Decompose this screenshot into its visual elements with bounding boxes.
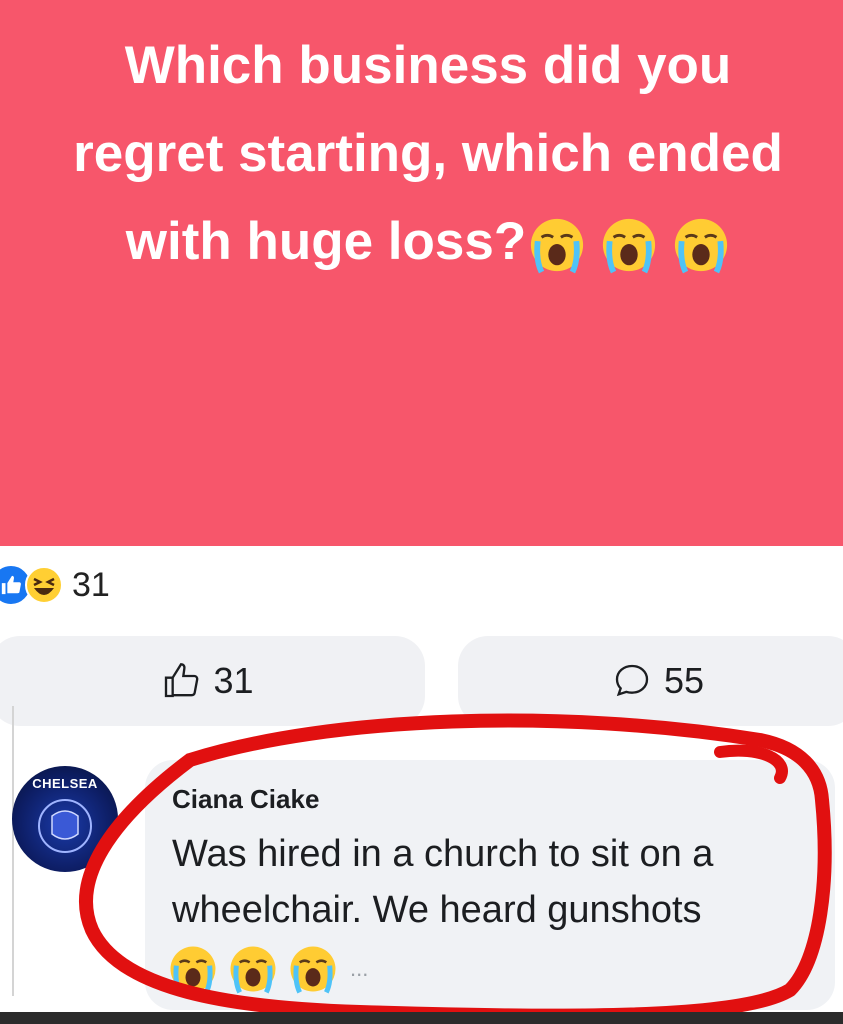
comment-emoji-row: ... — [168, 944, 368, 994]
crying-face-icon — [230, 946, 276, 994]
post-line-3: with huge loss? — [125, 212, 527, 271]
comment-ellipsis: ... — [350, 956, 369, 981]
crying-face-icon — [531, 218, 584, 274]
laughing-face-icon — [25, 566, 63, 604]
post-question: Which business did you regret starting, … — [0, 22, 843, 286]
comment-button[interactable]: 55 — [458, 636, 843, 726]
comment-text: Was hired in a church to sit on a wheelc… — [172, 833, 714, 931]
post-emoji-row — [528, 216, 730, 274]
crying-face-icon — [603, 218, 656, 274]
post-line-1: Which business did you — [124, 36, 732, 95]
avatar[interactable]: CHELSEA — [12, 766, 118, 872]
like-count: 31 — [213, 660, 254, 701]
thumbs-up-icon — [165, 663, 199, 698]
like-button[interactable]: 31 — [0, 636, 425, 726]
comment-author[interactable]: Ciana Ciake — [172, 784, 319, 815]
post-line-2: regret starting, which ended — [73, 124, 783, 183]
post-line-3-wrap: with huge loss? — [0, 198, 843, 286]
bottom-edge — [0, 1012, 843, 1024]
comment-icon — [615, 664, 649, 697]
crying-face-icon — [170, 946, 216, 994]
crying-face-icon — [290, 946, 336, 994]
reaction-summary[interactable]: 31 — [0, 560, 110, 610]
crying-face-icon — [675, 218, 728, 274]
reaction-count: 31 — [72, 565, 110, 604]
comment-count: 55 — [663, 660, 705, 701]
